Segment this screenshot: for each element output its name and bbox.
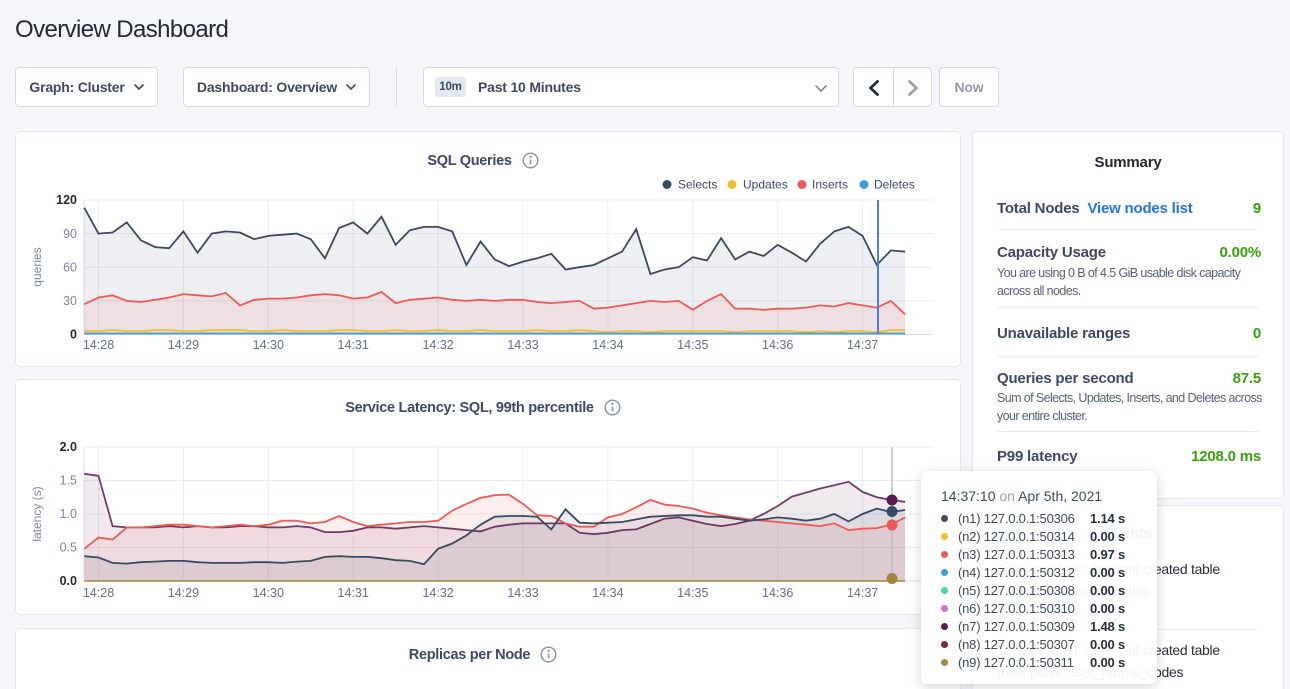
svg-text:14:28: 14:28 [83,586,114,600]
svg-text:14:28: 14:28 [83,338,114,352]
svg-text:120: 120 [56,193,77,207]
svg-text:14:32: 14:32 [422,338,453,352]
svg-text:60: 60 [63,260,77,274]
svg-text:14:37: 14:37 [847,586,878,600]
svg-text:14:36: 14:36 [762,586,793,600]
svg-text:Updates: Updates [743,178,788,192]
svg-text:1.5: 1.5 [60,474,77,488]
svg-text:14:29: 14:29 [168,338,199,352]
svg-text:0.0: 0.0 [60,574,77,588]
svg-text:14:34: 14:34 [592,338,623,352]
svg-text:0: 0 [70,328,77,342]
svg-text:queries: queries [30,247,44,286]
svg-text:30: 30 [63,294,77,308]
svg-text:14:31: 14:31 [338,586,369,600]
svg-text:2.0: 2.0 [60,440,77,454]
svg-text:Selects: Selects [678,178,717,192]
svg-text:14:30: 14:30 [253,586,284,600]
svg-text:latency (s): latency (s) [30,486,44,541]
svg-text:90: 90 [63,227,77,241]
svg-text:Inserts: Inserts [812,178,848,192]
svg-text:14:32: 14:32 [422,586,453,600]
svg-text:14:33: 14:33 [507,586,538,600]
svg-text:14:34: 14:34 [592,586,623,600]
svg-text:14:33: 14:33 [507,338,538,352]
svg-text:Deletes: Deletes [874,178,915,192]
svg-text:0.5: 0.5 [60,541,77,555]
svg-text:14:35: 14:35 [677,586,708,600]
svg-text:14:31: 14:31 [338,338,369,352]
svg-text:14:37: 14:37 [847,338,878,352]
svg-text:14:29: 14:29 [168,586,199,600]
svg-text:14:36: 14:36 [762,338,793,352]
svg-text:14:30: 14:30 [253,338,284,352]
svg-text:1.0: 1.0 [60,507,77,521]
svg-text:14:35: 14:35 [677,338,708,352]
